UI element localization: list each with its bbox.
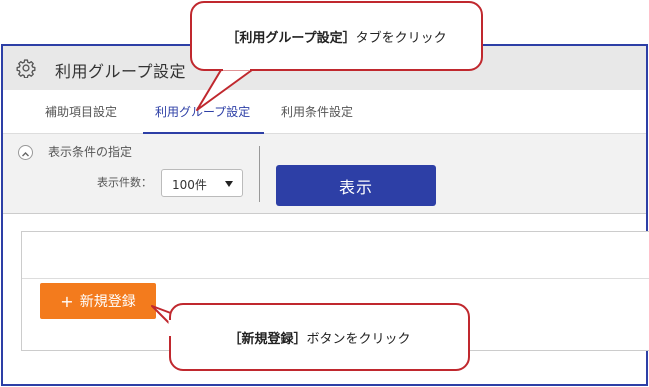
- callout-tail-joins: [168, 67, 250, 336]
